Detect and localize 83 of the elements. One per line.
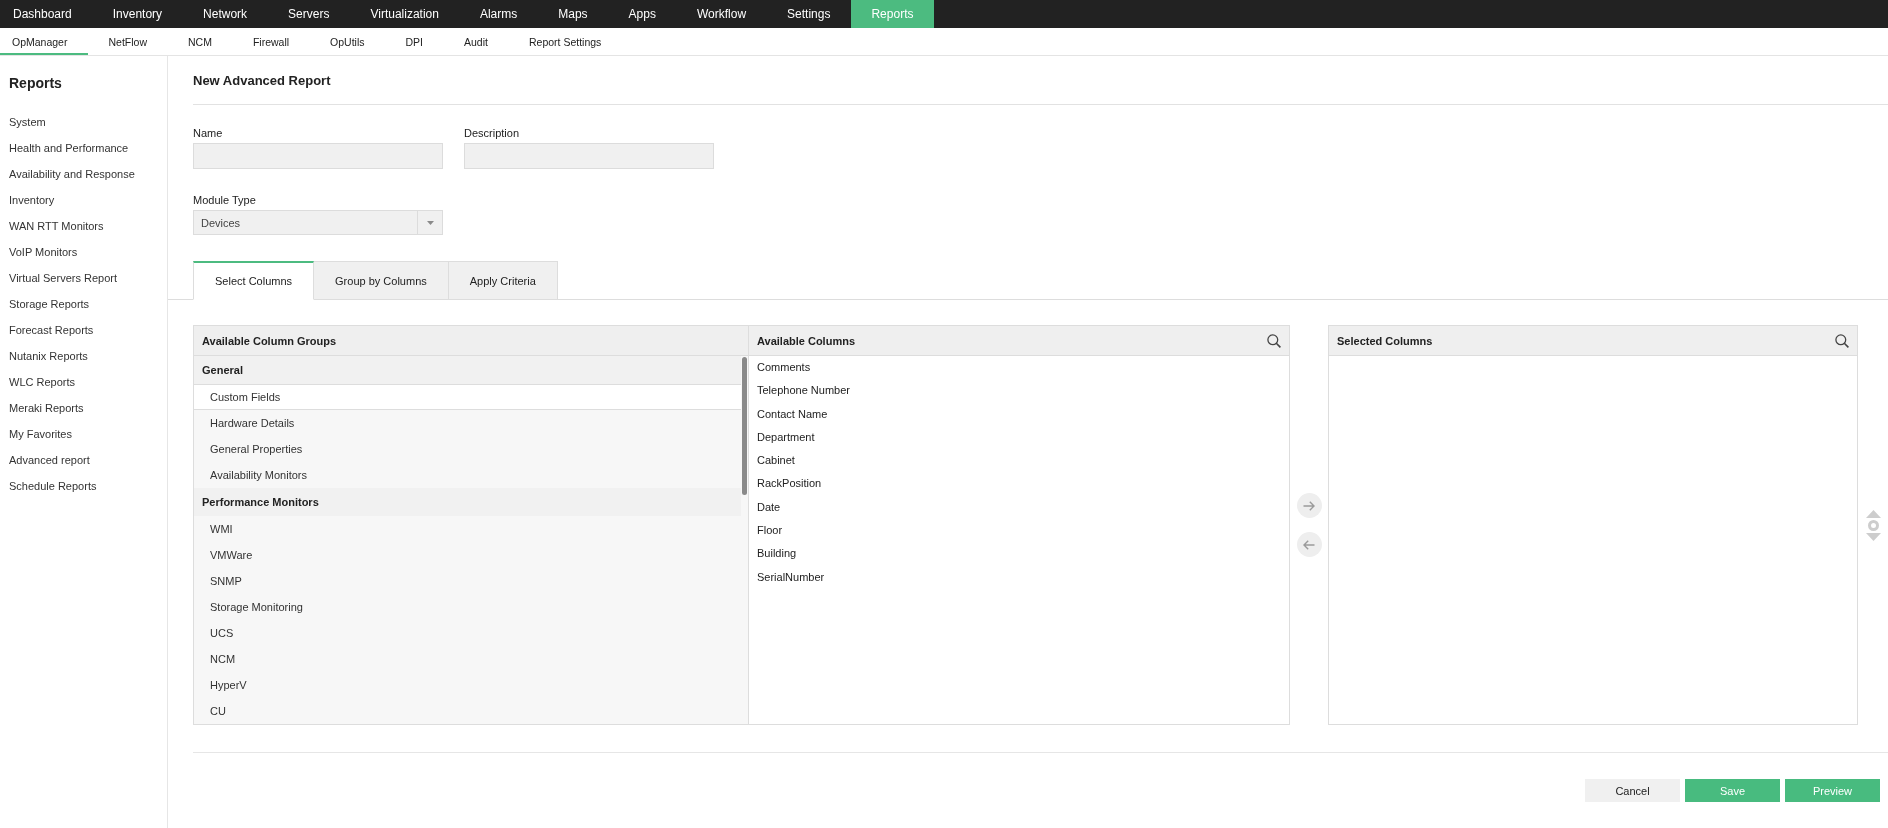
sidebar-item[interactable]: Schedule Reports — [0, 473, 167, 499]
nav-tab[interactable]: Alarms — [459, 0, 538, 28]
name-label: Name — [193, 126, 224, 140]
column-item[interactable]: Date — [749, 495, 1289, 520]
subnav-tab[interactable]: NCM — [167, 28, 233, 55]
group-item[interactable]: WMI — [194, 516, 741, 542]
name-input[interactable] — [193, 143, 443, 169]
subnav-tab[interactable]: DPI — [385, 28, 444, 55]
subnav-tab[interactable]: Audit — [443, 28, 509, 55]
search-icon[interactable] — [1835, 333, 1849, 348]
sidebar-title: Reports — [9, 75, 63, 92]
arrow-left-icon — [1303, 539, 1315, 550]
tab[interactable]: Select Columns — [193, 261, 315, 300]
group-header: Performance Monitors — [194, 488, 741, 516]
column-item[interactable]: RackPosition — [749, 472, 1289, 496]
down-triangle-icon[interactable] — [1865, 532, 1881, 541]
sidebar-item[interactable]: My Favorites — [0, 421, 167, 447]
group-item[interactable]: Hardware Details — [194, 410, 741, 436]
sidebar-item[interactable]: Availability and Response — [0, 161, 167, 187]
scrollbar-thumb[interactable] — [742, 357, 747, 495]
description-input[interactable] — [464, 143, 714, 169]
column-item[interactable]: Floor — [749, 519, 1289, 543]
module-type-label: Module Type — [193, 193, 257, 207]
tab[interactable]: Apply Criteria — [448, 261, 558, 300]
sidebar-item[interactable]: Meraki Reports — [0, 395, 167, 421]
group-item[interactable]: VMWare — [194, 542, 741, 568]
column-item[interactable]: SerialNumber — [749, 565, 1289, 589]
sidebar-item[interactable]: Forecast Reports — [0, 317, 167, 343]
column-item[interactable]: Department — [749, 425, 1289, 450]
arrow-right-icon — [1303, 500, 1315, 511]
description-label: Description — [464, 126, 521, 140]
sidebar-item[interactable]: VoIP Monitors — [0, 239, 167, 265]
group-item[interactable]: NCM — [194, 646, 741, 672]
action-button[interactable]: Cancel — [1585, 779, 1680, 802]
group-item[interactable]: Availability Monitors — [194, 462, 741, 488]
subnav-tab[interactable]: Firewall — [232, 28, 310, 55]
sidebar-item[interactable]: Health and Performance — [0, 135, 167, 161]
search-icon[interactable] — [1267, 333, 1281, 348]
subnav-tab[interactable]: OpUtils — [309, 28, 385, 55]
sidebar-item[interactable]: Virtual Servers Report — [0, 265, 167, 291]
group-item[interactable]: HyperV — [194, 672, 741, 698]
move-left-button[interactable] — [1296, 532, 1322, 557]
nav-tab[interactable]: Workflow — [676, 0, 767, 28]
up-triangle-icon[interactable] — [1865, 509, 1881, 518]
column-item[interactable]: Comments — [749, 356, 1289, 380]
group-item[interactable]: Custom Fields — [194, 384, 741, 410]
nav-tab[interactable]: Maps — [537, 0, 609, 28]
caret-icon — [426, 220, 434, 225]
nav-tab[interactable]: Dashboard — [0, 0, 93, 28]
column-item[interactable]: Telephone Number — [749, 379, 1289, 403]
panel-title: Selected Columns — [1337, 334, 1433, 347]
group-item[interactable]: Storage Monitoring — [194, 594, 741, 620]
group-item[interactable]: UCS — [194, 620, 741, 646]
sidebar-item[interactable]: Nutanix Reports — [0, 343, 167, 369]
subnav-tab[interactable]: NetFlow — [87, 28, 168, 55]
panel-title: Available Column Groups — [202, 334, 337, 347]
nav-tab[interactable]: Virtualization — [349, 0, 460, 28]
group-item[interactable]: SNMP — [194, 568, 741, 594]
ring-icon — [1867, 519, 1879, 531]
move-right-button[interactable] — [1296, 493, 1322, 518]
tab[interactable]: Group by Columns — [314, 261, 449, 300]
nav-tab[interactable]: Network — [182, 0, 268, 28]
sidebar-item[interactable]: WLC Reports — [0, 369, 167, 395]
subnav-tab[interactable]: Report Settings — [508, 28, 622, 55]
page-title: New Advanced Report — [193, 73, 332, 89]
column-item[interactable]: Cabinet — [749, 449, 1289, 473]
nav-tab[interactable]: Inventory — [92, 0, 183, 28]
module-type-select[interactable]: Devices — [193, 210, 443, 235]
nav-tab[interactable]: Settings — [766, 0, 851, 28]
column-item[interactable]: Building — [749, 542, 1289, 566]
column-item[interactable]: Contact Name — [749, 402, 1289, 426]
sidebar-item[interactable]: WAN RTT Monitors — [0, 213, 167, 239]
nav-tab[interactable]: Apps — [608, 0, 677, 28]
sidebar-item[interactable]: Inventory — [0, 187, 167, 213]
sidebar-item[interactable]: Advanced report — [0, 447, 167, 473]
nav-tab[interactable]: Servers — [267, 0, 350, 28]
sidebar-item[interactable]: Storage Reports — [0, 291, 167, 317]
panel-title: Available Columns — [757, 334, 855, 347]
group-header: General — [194, 356, 741, 384]
sidebar-item[interactable]: System — [0, 109, 167, 135]
subnav-tab[interactable]: OpManager — [0, 28, 88, 55]
group-item[interactable]: General Properties — [194, 436, 741, 462]
group-item[interactable]: CU — [194, 698, 741, 724]
